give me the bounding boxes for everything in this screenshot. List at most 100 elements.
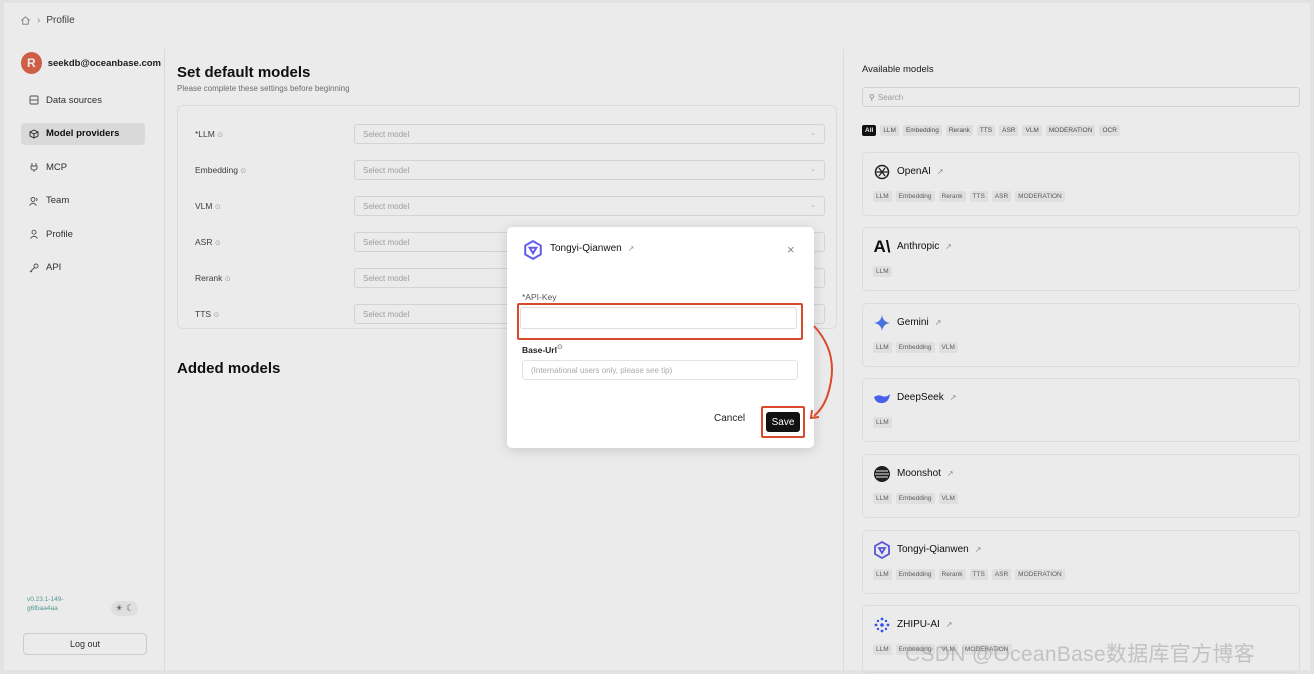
provider-card-anthropic[interactable]: A\ Anthropic ↗ LLM <box>862 227 1300 291</box>
filter-chip-llm[interactable]: LLM <box>880 125 899 136</box>
filter-chip-asr[interactable]: ASR <box>999 125 1019 136</box>
sidebar-item-label: API <box>46 262 62 273</box>
help-icon: ⊙ <box>240 168 247 175</box>
sidebar-item-profile[interactable]: Profile <box>21 223 145 245</box>
modal-title: Tongyi-Qianwen ↗ <box>550 243 635 254</box>
available-models-panel: Available models ⚲ Search All LLM Embedd… <box>852 49 1312 673</box>
help-icon: ⊙ <box>224 276 231 283</box>
filter-chip-ocr[interactable]: OCR <box>1099 125 1120 136</box>
version-label: v0.23.1-149-g6fbaa4aa <box>27 596 64 612</box>
provider-tags: LLM Embedding VLM <box>873 493 958 504</box>
tongyi-logo-icon <box>872 540 892 560</box>
annotation-arrow <box>809 325 833 420</box>
filter-chip-tts[interactable]: TTS <box>976 125 996 136</box>
gemini-logo-icon <box>872 313 892 333</box>
external-link-icon[interactable]: ↗ <box>937 167 944 176</box>
rerank-label: Rerank ⊙ <box>195 273 231 283</box>
key-icon <box>29 263 39 272</box>
external-link-icon[interactable]: ↗ <box>950 393 957 402</box>
chevron-down-icon: ⌄ <box>810 202 816 209</box>
provider-name: Moonshot ↗ <box>897 468 954 479</box>
api-key-highlight <box>517 303 803 340</box>
external-link-icon[interactable]: ↗ <box>945 242 952 251</box>
help-icon: ⊙ <box>213 312 220 319</box>
user-profile[interactable]: R seekdb@oceanbase.com <box>21 49 161 77</box>
vlm-select[interactable]: Select model ⌄ <box>354 196 825 216</box>
provider-name: OpenAI ↗ <box>897 166 944 177</box>
moon-icon[interactable]: ☾ <box>126 603 134 614</box>
sun-icon[interactable]: ☀ <box>115 603 123 614</box>
close-icon[interactable]: × <box>787 242 795 257</box>
theme-toggle[interactable]: ☀ ☾ <box>111 601 139 616</box>
form-row-embedding: Embedding ⊙ Select model ⌄ <box>195 160 825 180</box>
user-icon <box>30 229 38 239</box>
filter-chip-vlm[interactable]: VLM <box>1022 125 1042 136</box>
embedding-select[interactable]: Select model ⌄ <box>354 160 825 180</box>
cancel-button[interactable]: Cancel <box>714 413 746 424</box>
watermark: CSDN @OceanBase数据库官方博客 <box>905 643 1255 666</box>
chevron-down-icon: ⌄ <box>810 130 816 137</box>
provider-name: ZHIPU-AI ↗ <box>897 619 953 630</box>
sidebar-item-label: MCP <box>46 161 68 173</box>
filter-chip-all[interactable]: All <box>862 125 877 136</box>
home-icon[interactable] <box>20 15 31 26</box>
external-link-icon[interactable]: ↗ <box>946 620 953 629</box>
provider-card-tongyi-qianwen[interactable]: Tongyi-Qianwen ↗ LLM Embedding Rerank TTS ASR… <box>862 530 1300 594</box>
available-models-title: Available models <box>862 64 934 75</box>
help-icon: ⊙ <box>217 132 224 139</box>
external-link-icon[interactable]: ↗ <box>935 318 942 327</box>
avatar: R <box>21 52 42 74</box>
sidebar-item-mcp[interactable]: MCP <box>21 156 145 178</box>
provider-tags: LLM <box>873 266 892 277</box>
provider-name: Gemini ↗ <box>897 317 942 328</box>
filter-chip-rerank[interactable]: Rerank <box>945 125 973 136</box>
asr-label: ASR ⊙ <box>195 237 221 247</box>
page-subtitle: Please complete these settings before be… <box>177 84 350 93</box>
sidebar-item-label: Profile <box>46 228 73 240</box>
save-button[interactable]: Save <box>766 412 800 432</box>
chevron-down-icon: ⌄ <box>810 166 816 173</box>
sidebar-item-api[interactable]: API <box>21 257 145 279</box>
provider-tags: LLM Embedding VLM <box>873 342 958 353</box>
tongyi-logo-icon <box>524 240 542 260</box>
help-icon: ⊙ <box>214 204 221 211</box>
users-icon <box>29 196 38 206</box>
search-input[interactable]: ⚲ Search <box>862 87 1300 107</box>
cube-icon <box>29 128 39 139</box>
plug-icon <box>30 163 38 172</box>
provider-card-openai[interactable]: OpenAI ↗ LLM Embedding Rerank TTS ASR MODERATI… <box>862 152 1300 216</box>
provider-card-moonshot[interactable]: Moonshot ↗ LLM Embedding VLM <box>862 454 1300 518</box>
zhipu-logo-icon <box>872 615 892 635</box>
external-link-icon[interactable]: ↗ <box>947 469 954 478</box>
provider-name: DeepSeek ↗ <box>897 392 957 403</box>
sidebar-nav: Data sources Model providers MCP Team Pr… <box>21 89 161 279</box>
form-row-llm: *LLM ⊙ Select model ⌄ <box>195 124 825 144</box>
filter-chip-embedding[interactable]: Embedding <box>902 125 942 136</box>
external-link-icon[interactable]: ↗ <box>628 244 635 253</box>
base-url-label: Base-Url⊙ <box>522 344 563 355</box>
sidebar-item-data-sources[interactable]: Data sources <box>21 89 145 111</box>
sidebar-item-model-providers[interactable]: Model providers <box>21 122 145 145</box>
embedding-label: Embedding ⊙ <box>195 165 247 175</box>
database-icon <box>29 95 39 105</box>
provider-card-deepseek[interactable]: DeepSeek ↗ LLM <box>862 378 1300 442</box>
provider-tags: LLM Embedding Rerank TTS ASR MODERATION <box>873 191 1065 202</box>
provider-config-modal: Tongyi-Qianwen ↗ × *API-Key Base-Url⊙ (In… <box>507 227 814 448</box>
search-icon: ⚲ <box>869 92 875 102</box>
sidebar-item-label: Model providers <box>46 128 120 139</box>
sidebar-item-team[interactable]: Team <box>21 190 145 212</box>
moonshot-logo-icon <box>872 464 892 484</box>
added-models-title: Added models <box>177 360 281 377</box>
filter-chip-moderation[interactable]: MODERATION <box>1045 125 1096 136</box>
breadcrumb: › Profile <box>20 15 75 26</box>
logout-button[interactable]: Log out <box>23 633 147 655</box>
provider-name: Tongyi-Qianwen ↗ <box>897 544 982 555</box>
provider-card-gemini[interactable]: Gemini ↗ LLM Embedding VLM <box>862 303 1300 367</box>
page-title: Set default models <box>177 64 311 81</box>
base-url-input[interactable]: (International users only, please see ti… <box>522 360 798 380</box>
help-icon: ⊙ <box>556 344 563 351</box>
llm-select[interactable]: Select model ⌄ <box>354 124 825 144</box>
filter-chips: All LLM Embedding Rerank TTS ASR VLM MOD… <box>862 125 1120 136</box>
external-link-icon[interactable]: ↗ <box>975 545 982 554</box>
sidebar-item-label: Data sources <box>46 94 102 106</box>
